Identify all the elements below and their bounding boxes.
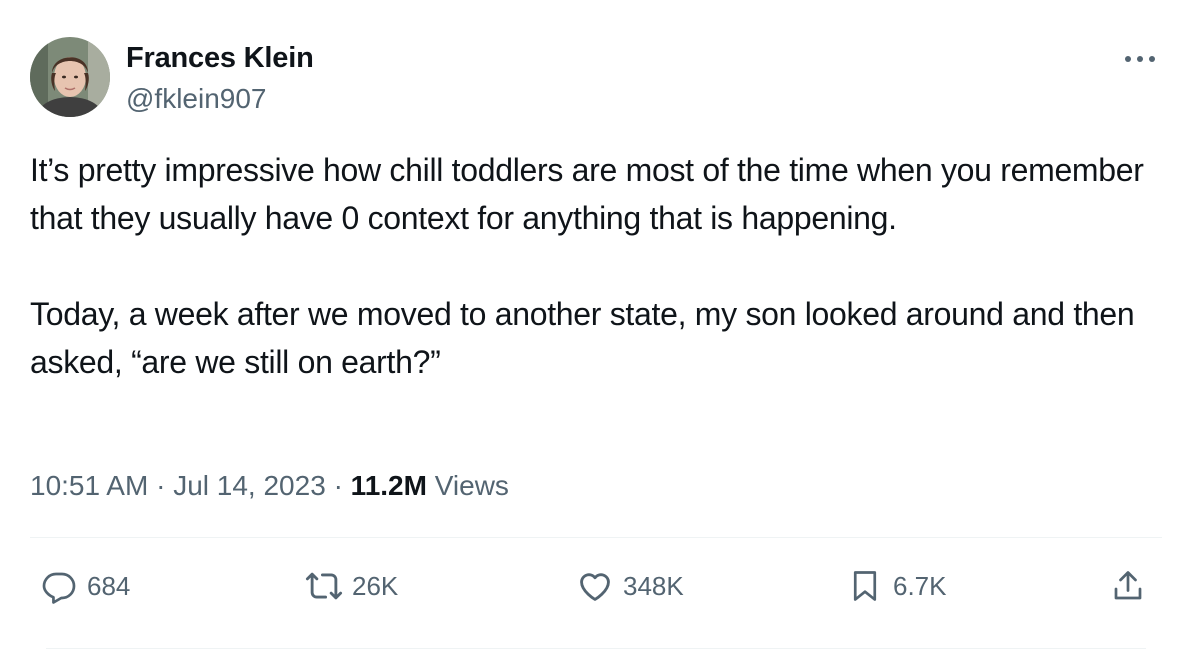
- author-handle[interactable]: @fklein907: [126, 82, 267, 116]
- author-display-name[interactable]: Frances Klein: [126, 40, 314, 76]
- divider: [30, 537, 1162, 538]
- like-count: 348K: [623, 570, 684, 601]
- tweet-text: It’s pretty impressive how chill toddler…: [30, 146, 1160, 386]
- retweet-button[interactable]: 26K: [302, 562, 398, 610]
- divider: [46, 648, 1146, 649]
- bookmark-count: 6.7K: [893, 570, 947, 601]
- heart-icon: [573, 564, 617, 608]
- retweet-count: 26K: [352, 570, 399, 601]
- avatar[interactable]: [30, 37, 110, 117]
- tweet-date[interactable]: Jul 14, 2023: [173, 470, 326, 501]
- share-icon: [1106, 564, 1150, 608]
- reply-button[interactable]: 684: [37, 562, 130, 610]
- tweet-paragraph: It’s pretty impressive how chill toddler…: [30, 152, 1144, 236]
- views-count: 11.2M: [350, 470, 427, 501]
- bookmark-button[interactable]: 6.7K: [843, 562, 947, 610]
- avatar-photo-icon: [30, 37, 110, 117]
- more-horizontal-icon: [1125, 56, 1155, 62]
- reply-count: 684: [87, 570, 131, 601]
- action-bar: 684 26K 348K 6.7K: [30, 562, 1162, 610]
- share-button[interactable]: [1106, 562, 1150, 610]
- like-button[interactable]: 348K: [573, 562, 684, 610]
- tweet-card: Frances Klein @fklein907 It’s pretty imp…: [0, 0, 1186, 652]
- tweet-time[interactable]: 10:51 AM: [30, 470, 148, 501]
- meta-separator: ·: [156, 470, 166, 501]
- bookmark-icon: [843, 564, 887, 608]
- reply-icon: [37, 564, 81, 608]
- meta-separator: ·: [333, 470, 343, 501]
- tweet-meta: 10:51 AM · Jul 14, 2023 · 11.2M Views: [30, 466, 509, 506]
- retweet-icon: [302, 564, 346, 608]
- more-options-button[interactable]: [1118, 44, 1162, 74]
- tweet-paragraph: Today, a week after we moved to another …: [30, 296, 1135, 380]
- views-label: Views: [434, 470, 509, 501]
